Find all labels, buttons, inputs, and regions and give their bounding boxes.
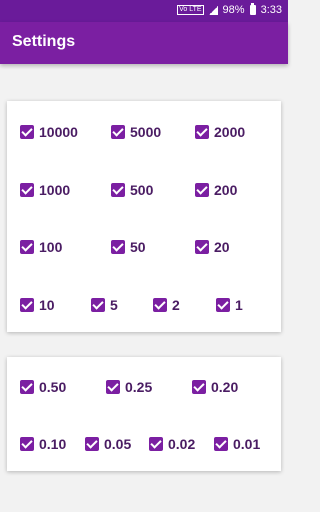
signal-icon xyxy=(208,5,218,15)
checkbox-coin-0.50[interactable]: 0.50 xyxy=(20,379,66,395)
checkbox-checked-icon xyxy=(20,240,34,254)
checkbox-coin-0.20[interactable]: 0.20 xyxy=(192,379,238,395)
status-icons: Vo LTE 98% 3:33 xyxy=(177,3,282,16)
checkbox-label: 10 xyxy=(39,297,55,313)
checkbox-checked-icon xyxy=(20,437,34,451)
volte-indicator: Vo LTE xyxy=(177,5,204,15)
checkbox-label: 0.50 xyxy=(39,379,67,395)
checkbox-label: 1000 xyxy=(39,182,71,198)
checkbox-label: 0.05 xyxy=(104,436,132,452)
notes-card: 10000 5000 2000 1000 500 200 100 50 20 1… xyxy=(7,101,281,332)
checkbox-note-1[interactable]: 1 xyxy=(216,297,243,313)
checkbox-label: 0.02 xyxy=(168,436,196,452)
checkbox-checked-icon xyxy=(153,298,167,312)
coins-card: 0.50 0.25 0.20 0.10 0.05 0.02 0.01 xyxy=(7,357,281,471)
checkbox-checked-icon xyxy=(20,380,34,394)
checkbox-label: 5000 xyxy=(130,124,162,140)
checkbox-note-10000[interactable]: 10000 xyxy=(20,124,78,140)
checkbox-checked-icon xyxy=(85,437,99,451)
checkbox-checked-icon xyxy=(195,240,209,254)
checkbox-coin-0.05[interactable]: 0.05 xyxy=(85,436,131,452)
checkbox-label: 100 xyxy=(39,239,63,255)
checkbox-note-5[interactable]: 5 xyxy=(91,297,118,313)
checkbox-note-50[interactable]: 50 xyxy=(111,239,146,255)
checkbox-checked-icon xyxy=(91,298,105,312)
checkbox-note-2000[interactable]: 2000 xyxy=(195,124,245,140)
checkbox-note-200[interactable]: 200 xyxy=(195,182,237,198)
checkbox-checked-icon xyxy=(149,437,163,451)
clock: 3:33 xyxy=(260,4,282,16)
checkbox-checked-icon xyxy=(20,183,34,197)
checkbox-label: 0.25 xyxy=(125,379,153,395)
checkbox-label: 10000 xyxy=(39,124,78,140)
checkbox-label: 500 xyxy=(130,182,154,198)
checkbox-label: 0.20 xyxy=(211,379,239,395)
page-title: Settings xyxy=(12,33,76,50)
checkbox-coin-0.01[interactable]: 0.01 xyxy=(214,436,260,452)
checkbox-label: 0.10 xyxy=(39,436,67,452)
checkbox-note-10[interactable]: 10 xyxy=(20,297,55,313)
battery-icon xyxy=(249,3,256,15)
checkbox-coin-0.02[interactable]: 0.02 xyxy=(149,436,195,452)
checkbox-checked-icon xyxy=(111,240,125,254)
status-bar: Vo LTE 98% 3:33 xyxy=(0,0,288,22)
checkbox-label: 2000 xyxy=(214,124,246,140)
checkbox-checked-icon xyxy=(111,183,125,197)
checkbox-checked-icon xyxy=(20,298,34,312)
checkbox-coin-0.10[interactable]: 0.10 xyxy=(20,436,66,452)
checkbox-checked-icon xyxy=(111,125,125,139)
checkbox-note-100[interactable]: 100 xyxy=(20,239,62,255)
checkbox-checked-icon xyxy=(216,298,230,312)
checkbox-label: 200 xyxy=(214,182,238,198)
checkbox-note-2[interactable]: 2 xyxy=(153,297,180,313)
checkbox-checked-icon xyxy=(20,125,34,139)
checkbox-checked-icon xyxy=(214,437,228,451)
checkbox-label: 50 xyxy=(130,239,146,255)
checkbox-coin-0.25[interactable]: 0.25 xyxy=(106,379,152,395)
battery-percent: 98% xyxy=(222,4,245,16)
checkbox-note-20[interactable]: 20 xyxy=(195,239,230,255)
checkbox-checked-icon xyxy=(192,380,206,394)
checkbox-label: 0.01 xyxy=(233,436,261,452)
checkbox-label: 1 xyxy=(235,297,243,313)
checkbox-checked-icon xyxy=(195,125,209,139)
checkbox-checked-icon xyxy=(106,380,120,394)
app-bar: Settings xyxy=(0,22,288,64)
checkbox-note-1000[interactable]: 1000 xyxy=(20,182,70,198)
checkbox-checked-icon xyxy=(195,183,209,197)
checkbox-note-500[interactable]: 500 xyxy=(111,182,153,198)
checkbox-label: 2 xyxy=(172,297,180,313)
checkbox-label: 20 xyxy=(214,239,230,255)
checkbox-label: 5 xyxy=(110,297,118,313)
checkbox-note-5000[interactable]: 5000 xyxy=(111,124,161,140)
